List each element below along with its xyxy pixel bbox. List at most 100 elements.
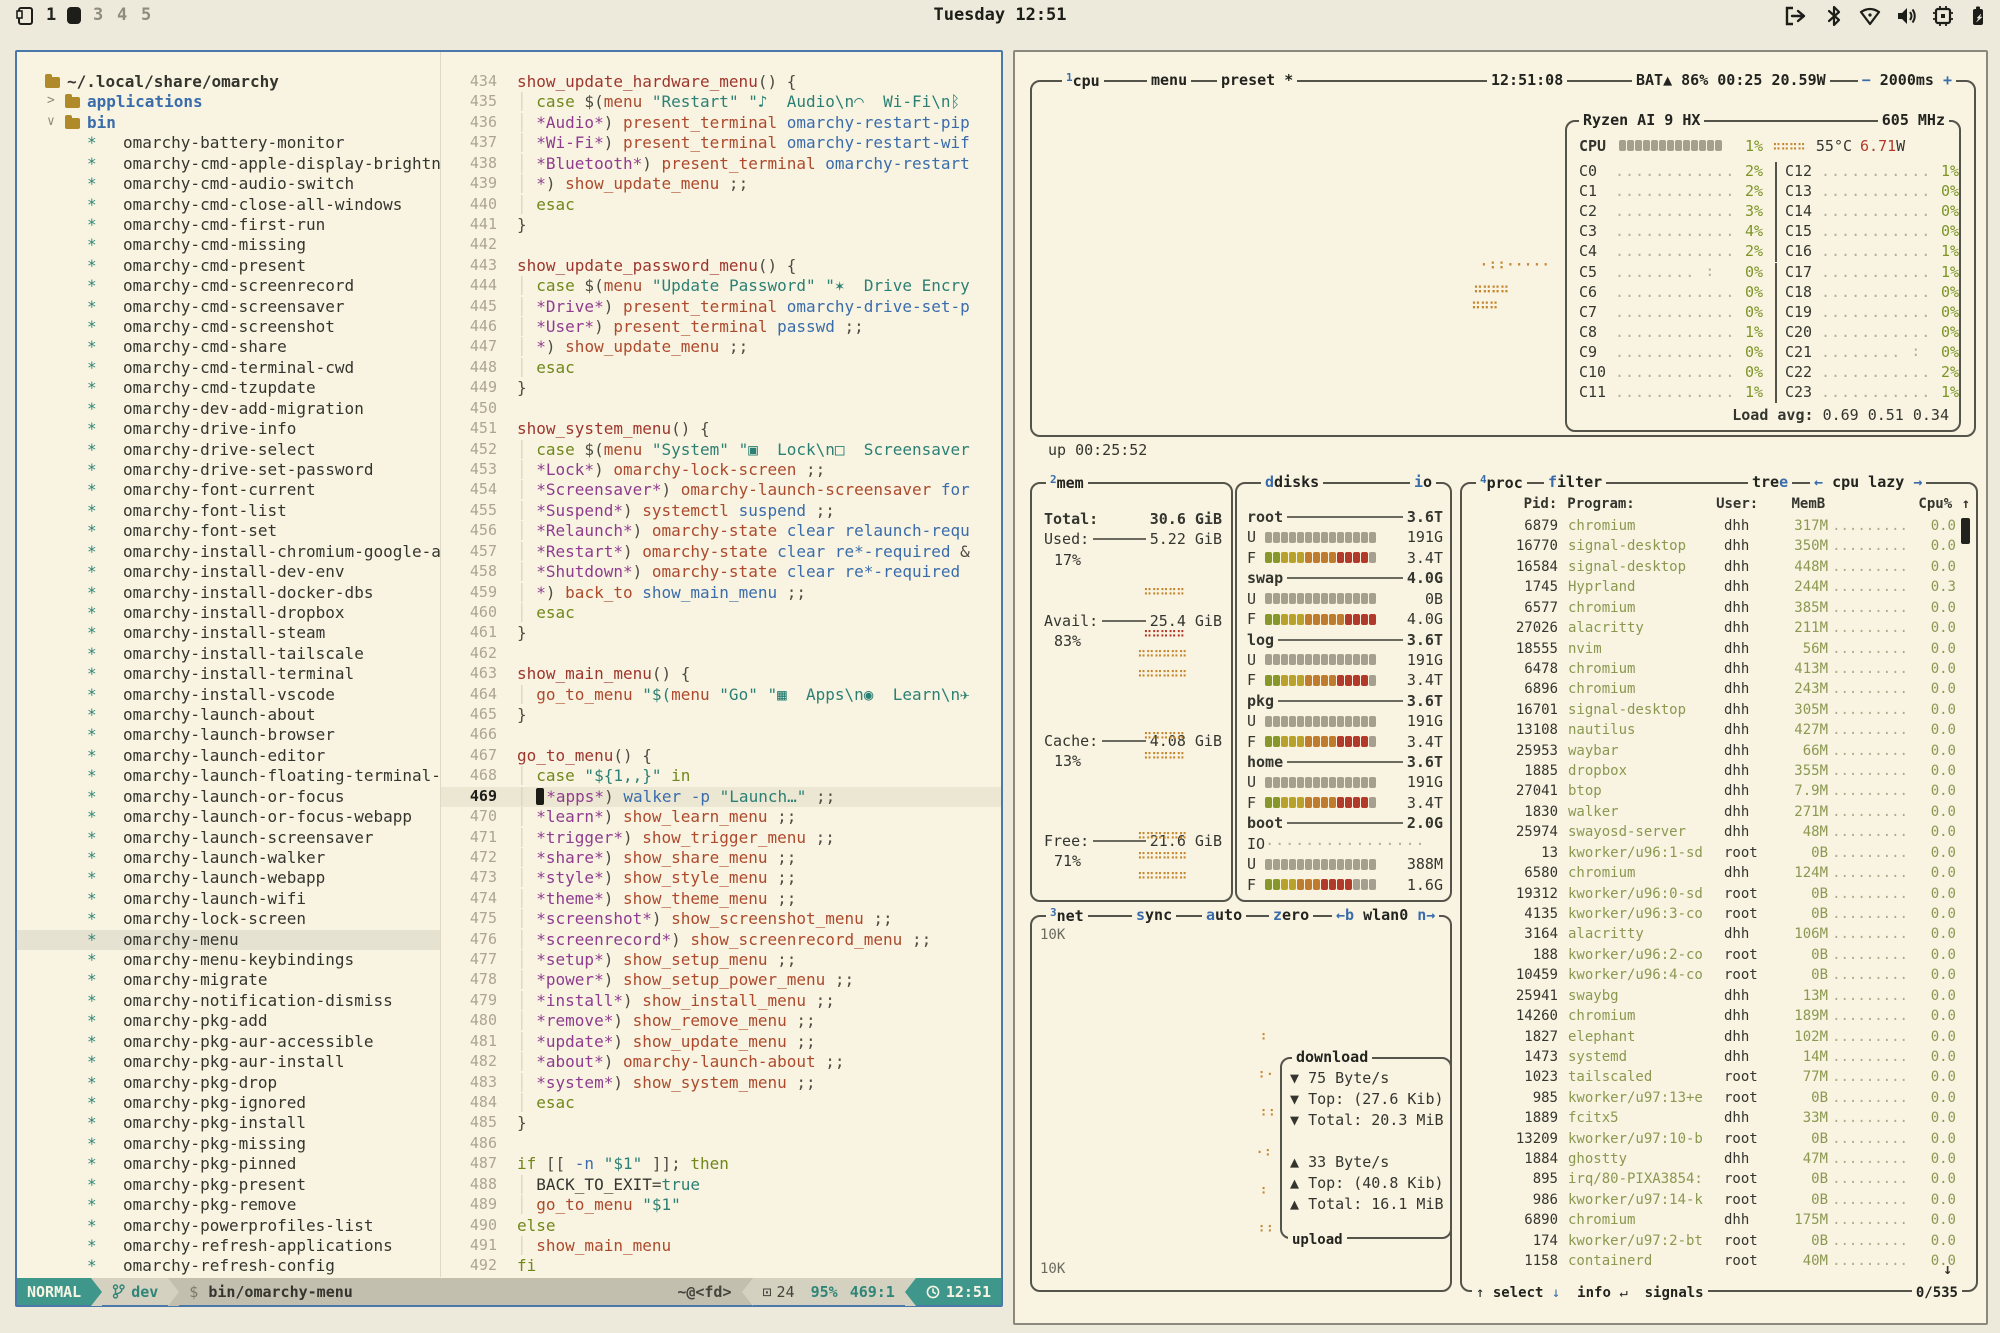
cpu-box-title[interactable]: 1cpu: [1062, 71, 1104, 90]
process-row[interactable]: 895irq/80-PIXA3854:root0B.........0.0: [1472, 1171, 1970, 1191]
tree-row[interactable]: *omarchy-menu-keybindings: [17, 950, 441, 970]
tree-row[interactable]: *omarchy-cmd-terminal-cwd: [17, 358, 441, 378]
tree-row[interactable]: *omarchy-cmd-tzupdate: [17, 378, 441, 398]
code-line[interactable]: │ *screenshot*) show_screenshot_menu ;;: [517, 909, 893, 929]
code-line[interactable]: │ BACK_TO_EXIT=true: [517, 1175, 700, 1195]
tree-row[interactable]: *omarchy-notification-dismiss: [17, 991, 441, 1011]
tree-row[interactable]: ∨bin: [17, 113, 441, 133]
code-line[interactable]: │ *Audio*) present_terminal omarchy-rest…: [517, 113, 970, 133]
code-line[interactable]: }: [517, 1113, 527, 1133]
process-row[interactable]: 6890chromiumdhh175M.........0.0: [1472, 1212, 1970, 1232]
disks-box-title[interactable]: ddisks: [1261, 473, 1323, 491]
tree-row[interactable]: *omarchy-launch-walker: [17, 848, 441, 868]
code-line[interactable]: }: [517, 623, 527, 643]
code-line[interactable]: │ go_to_menu "$(menu "Go" "▦ Apps\n◉ Lea…: [517, 685, 970, 705]
proc-scrollbar[interactable]: [1961, 518, 1970, 544]
tree-row[interactable]: *omarchy-install-tailscale: [17, 644, 441, 664]
process-row[interactable]: 13108nautilusdhh427M.........0.0: [1472, 722, 1970, 742]
proc-tree-button[interactable]: tree: [1748, 473, 1792, 491]
proc-box-title[interactable]: 4proc: [1476, 473, 1527, 492]
tree-row[interactable]: *omarchy-pkg-aur-accessible: [17, 1032, 441, 1052]
preset-button[interactable]: preset *: [1217, 71, 1297, 89]
tree-row[interactable]: *omarchy-cmd-audio-switch: [17, 174, 441, 194]
tree-row[interactable]: ~/.local/share/omarchy: [17, 72, 441, 92]
tree-row[interactable]: *omarchy-launch-screensaver: [17, 828, 441, 848]
tree-row[interactable]: *omarchy-battery-monitor: [17, 133, 441, 153]
tree-row[interactable]: *omarchy-launch-editor: [17, 746, 441, 766]
code-line[interactable]: │ go_to_menu "$1": [517, 1195, 681, 1215]
proc-header-row[interactable]: Pid: Program: User: MemB Cpu% ↑: [1472, 496, 1970, 512]
code-line[interactable]: │ *learn*) show_learn_menu ;;: [517, 807, 796, 827]
process-row[interactable]: 25974swayosd-serverdhh48M.........0.0: [1472, 824, 1970, 844]
tree-row[interactable]: *omarchy-lock-screen: [17, 909, 441, 929]
code-editor[interactable]: show_update_hardware_menu() {│ case $(me…: [517, 52, 1001, 1277]
code-line[interactable]: │ *Restart*) omarchy-state clear re*-req…: [517, 542, 970, 562]
proc-footer[interactable]: ↑ select ↓ info ↵ signals: [1472, 1285, 1708, 1301]
code-line[interactable]: │ *setup*) show_setup_menu ;;: [517, 950, 796, 970]
tree-row[interactable]: *omarchy-install-dev-env: [17, 562, 441, 582]
tree-row[interactable]: *omarchy-powerprofiles-list: [17, 1216, 441, 1236]
bluetooth-icon[interactable]: [1822, 5, 1846, 27]
tree-row[interactable]: *omarchy-launch-about: [17, 705, 441, 725]
process-row[interactable]: 6879chromiumdhh317M.........0.0: [1472, 518, 1970, 538]
tree-row[interactable]: *omarchy-cmd-first-run: [17, 215, 441, 235]
process-row[interactable]: 25941swaybgdhh13M.........0.0: [1472, 988, 1970, 1008]
chevron-down-icon[interactable]: ∨: [47, 114, 55, 129]
tree-row[interactable]: *omarchy-install-chromium-google-a: [17, 542, 441, 562]
process-row[interactable]: 25953waybardhh66M.........0.0: [1472, 743, 1970, 763]
process-row[interactable]: 10459kworker/u96:4-coroot0B.........0.0: [1472, 967, 1970, 987]
code-line[interactable]: show_main_menu() {: [517, 664, 690, 684]
code-line[interactable]: │ *about*) omarchy-launch-about ;;: [517, 1052, 845, 1072]
battery-icon[interactable]: [1966, 5, 1990, 27]
proc-filter-button[interactable]: filter: [1544, 473, 1606, 491]
code-line[interactable]: }: [517, 705, 527, 725]
tree-row[interactable]: *omarchy-launch-or-focus-webapp: [17, 807, 441, 827]
tree-row[interactable]: *omarchy-font-current: [17, 480, 441, 500]
process-row[interactable]: 4135kworker/u96:3-coroot0B.........0.0: [1472, 906, 1970, 926]
code-line[interactable]: show_update_hardware_menu() {: [517, 72, 796, 92]
tree-row[interactable]: *omarchy-launch-browser: [17, 725, 441, 745]
tree-row[interactable]: *omarchy-cmd-screenshot: [17, 317, 441, 337]
process-row[interactable]: 1885dropboxdhh355M.........0.0: [1472, 763, 1970, 783]
menu-button[interactable]: menu: [1147, 71, 1191, 89]
code-line[interactable]: │ *Lock*) omarchy-lock-screen ;;: [517, 460, 825, 480]
code-line[interactable]: │ *theme*) show_theme_menu ;;: [517, 889, 796, 909]
code-line[interactable]: if [[ -n "$1" ]]; then: [517, 1154, 729, 1174]
tree-row[interactable]: *omarchy-drive-info: [17, 419, 441, 439]
process-row[interactable]: 1827elephantdhh102M.........0.0: [1472, 1029, 1970, 1049]
tree-row[interactable]: *omarchy-launch-or-focus: [17, 787, 441, 807]
net-interface-switch[interactable]: ←b wlan0 n→: [1332, 906, 1439, 924]
code-line[interactable]: │ esac: [517, 1093, 575, 1113]
screencast-icon[interactable]: [1783, 5, 1807, 27]
tree-row[interactable]: *omarchy-font-set: [17, 521, 441, 541]
tree-row[interactable]: *omarchy-menu: [17, 930, 441, 950]
net-sync-button[interactable]: sync: [1132, 906, 1176, 924]
tree-row[interactable]: *omarchy-drive-select: [17, 440, 441, 460]
tree-row[interactable]: *omarchy-launch-wifi: [17, 889, 441, 909]
tree-row[interactable]: *omarchy-install-dropbox: [17, 603, 441, 623]
tree-row[interactable]: *omarchy-pkg-install: [17, 1113, 441, 1133]
process-row[interactable]: 174kworker/u97:2-btroot0B.........0.0: [1472, 1233, 1970, 1253]
code-line[interactable]: │ *system*) show_system_menu ;;: [517, 1073, 816, 1093]
chevron-right-icon[interactable]: >: [47, 93, 55, 108]
code-line[interactable]: show_system_menu() {: [517, 419, 710, 439]
code-line[interactable]: │ *install*) show_install_menu ;;: [517, 991, 835, 1011]
tree-row[interactable]: *omarchy-pkg-ignored: [17, 1093, 441, 1113]
code-line[interactable]: │ *Bluetooth*) present_terminal omarchy-…: [517, 154, 970, 174]
tree-row[interactable]: *omarchy-pkg-aur-install: [17, 1052, 441, 1072]
code-line[interactable]: │ case $(menu "System" "▣ Lock\n□ Screen…: [517, 440, 970, 460]
tree-row[interactable]: *omarchy-launch-webapp: [17, 868, 441, 888]
code-line[interactable]: │ *Shutdown*) omarchy-state clear re*-re…: [517, 562, 960, 582]
scroll-down-icon[interactable]: ↓: [1943, 1260, 1952, 1278]
process-row[interactable]: 1023tailscaledroot77M.........0.0: [1472, 1069, 1970, 1089]
process-row[interactable]: 18555nvimdhh56M.........0.0: [1472, 641, 1970, 661]
tree-row[interactable]: *omarchy-refresh-applications: [17, 1236, 441, 1256]
code-line[interactable]: }: [517, 378, 527, 398]
tree-row[interactable]: *omarchy-install-vscode: [17, 685, 441, 705]
code-line[interactable]: }: [517, 215, 527, 235]
code-line[interactable]: │ *User*) present_terminal passwd ;;: [517, 317, 864, 337]
code-line[interactable]: │ case $(menu "Restart" "♪ Audio\n◠ Wi-F…: [517, 92, 960, 112]
tree-row[interactable]: *omarchy-install-terminal: [17, 664, 441, 684]
tree-row[interactable]: *omarchy-launch-floating-terminal-: [17, 766, 441, 786]
tree-row[interactable]: *omarchy-refresh-config: [17, 1256, 441, 1276]
